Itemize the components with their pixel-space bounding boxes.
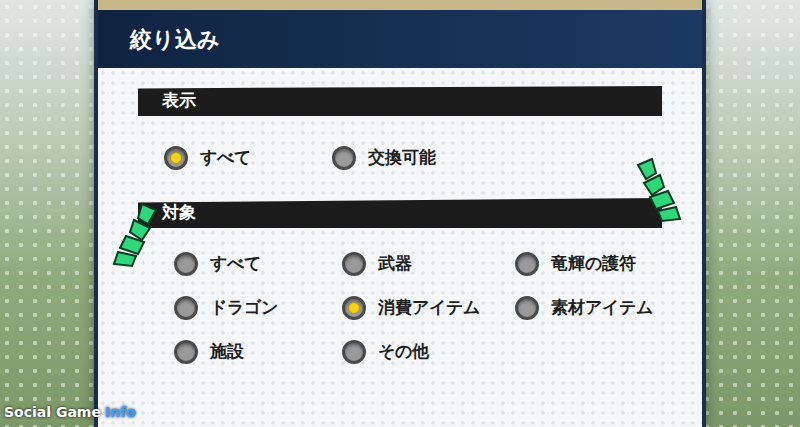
radio-button[interactable] [164, 146, 188, 170]
radio-label: 竜輝の護符 [551, 251, 636, 277]
watermark-text: Info [105, 402, 136, 423]
target-options: すべて 武器 竜輝の護符ドラゴン 消費アイテム 素材アイテム施設 その他 [138, 228, 662, 372]
panel-top-strip [98, 0, 702, 10]
panel-header: 絞り込み [98, 10, 702, 68]
radio-label: すべて [210, 251, 261, 277]
radio-button[interactable] [342, 296, 366, 320]
radio-option[interactable]: その他 [342, 332, 507, 372]
radio-option[interactable]: すべて [174, 244, 334, 284]
right-fan [632, 155, 682, 225]
radio-option[interactable]: 施設 [174, 332, 334, 372]
green-fan-icon [112, 200, 162, 270]
radio-label: その他 [378, 339, 429, 365]
radio-label: 武器 [378, 251, 412, 277]
green-fan-icon [632, 155, 682, 225]
section-title: 対象 [162, 200, 196, 226]
section-header: 表示 [138, 86, 662, 116]
radio-button[interactable] [515, 296, 539, 320]
radio-option[interactable]: 竜輝の護符 [515, 244, 685, 284]
radio-label: すべて [200, 145, 251, 171]
section-title: 表示 [162, 88, 196, 114]
section-header: 対象 [138, 198, 662, 228]
watermark-text: Social Game [4, 402, 101, 423]
screen: 絞り込み表示すべて交換可能対象すべて武器竜輝の護符ドラゴン消費アイテム素材アイテ… [0, 0, 800, 427]
filter-panel: 絞り込み表示すべて交換可能対象すべて武器竜輝の護符ドラゴン消費アイテム素材アイテ… [94, 0, 706, 427]
panel-body: 表示すべて交換可能対象すべて武器竜輝の護符ドラゴン消費アイテム素材アイテム施設そ… [98, 68, 702, 427]
radio-option[interactable]: 交換可能 [332, 138, 492, 178]
radio-label: 素材アイテム [551, 295, 653, 321]
radio-button[interactable] [332, 146, 356, 170]
radio-button[interactable] [342, 252, 366, 276]
radio-label: 消費アイテム [378, 295, 480, 321]
left-fan [112, 200, 162, 270]
radio-dot [348, 302, 360, 314]
watermark: Social GameInfo [4, 402, 136, 423]
radio-option[interactable]: 消費アイテム [342, 288, 507, 328]
radio-option[interactable]: ドラゴン [174, 288, 334, 328]
panel-title: 絞り込み [130, 23, 220, 56]
radio-label: 交換可能 [368, 145, 436, 171]
radio-option[interactable]: 武器 [342, 244, 507, 284]
radio-button[interactable] [515, 252, 539, 276]
radio-option[interactable]: 素材アイテム [515, 288, 685, 328]
radio-dot [170, 152, 182, 164]
radio-option[interactable]: すべて [164, 138, 324, 178]
radio-button[interactable] [174, 340, 198, 364]
radio-button[interactable] [174, 296, 198, 320]
display-options: すべて 交換可能 [138, 116, 662, 198]
radio-label: ドラゴン [210, 295, 278, 321]
radio-label: 施設 [210, 339, 244, 365]
radio-button[interactable] [342, 340, 366, 364]
radio-button[interactable] [174, 252, 198, 276]
